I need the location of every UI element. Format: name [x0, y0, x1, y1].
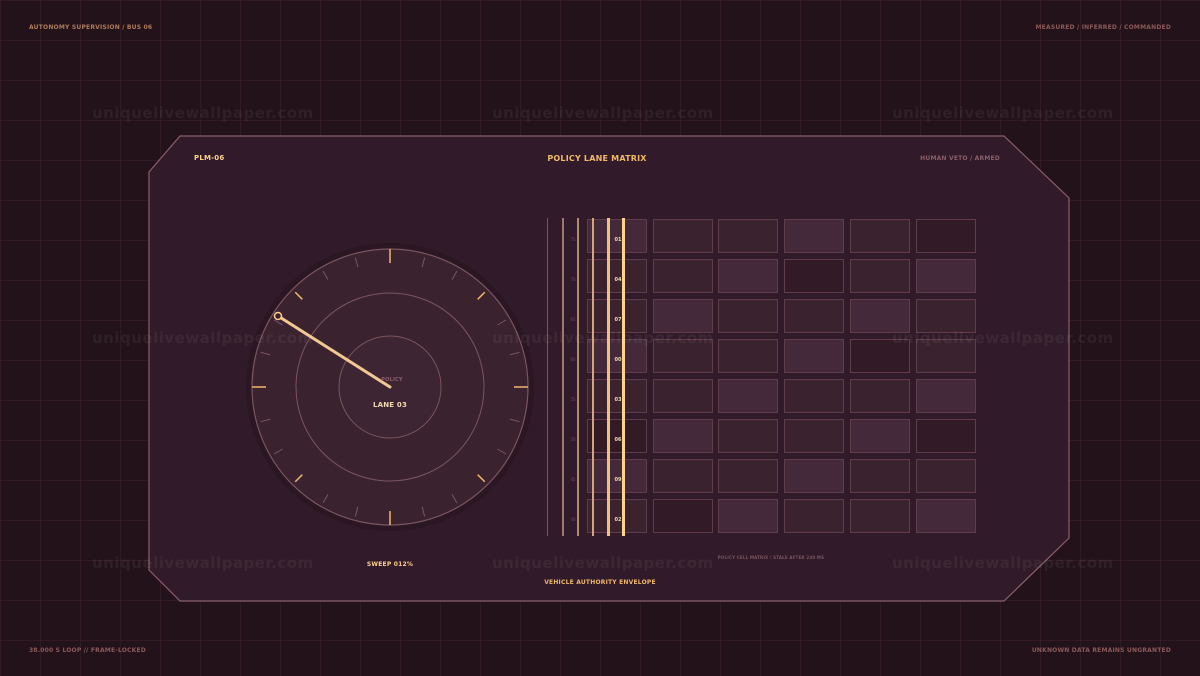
- matrix-cell[interactable]: [587, 499, 647, 533]
- matrix-cell[interactable]: [850, 259, 910, 293]
- matrix-cell[interactable]: [784, 379, 844, 413]
- watermark: uniquelivewallpaper.com: [92, 554, 314, 572]
- matrix-cell[interactable]: [587, 299, 647, 333]
- row-tick-label: 40: [570, 517, 576, 522]
- matrix-cell[interactable]: [916, 379, 976, 413]
- row-label: 01: [614, 237, 622, 243]
- matrix-cell[interactable]: [718, 259, 778, 293]
- matrix-cell[interactable]: [718, 379, 778, 413]
- panel-id: PLM-06: [194, 154, 225, 162]
- lane-line: [562, 218, 564, 536]
- matrix-cell[interactable]: [916, 299, 976, 333]
- row-label: 04: [614, 277, 622, 283]
- row-label: 09: [614, 477, 622, 483]
- row-label: 03: [614, 397, 622, 403]
- matrix-cell[interactable]: [587, 259, 647, 293]
- matrix-cell[interactable]: [850, 459, 910, 493]
- row-tick-label: 60: [570, 357, 576, 362]
- matrix-cell[interactable]: [653, 499, 713, 533]
- row-label: 02: [614, 517, 622, 523]
- matrix-cell[interactable]: [718, 499, 778, 533]
- matrix-cell[interactable]: [916, 419, 976, 453]
- watermark: uniquelivewallpaper.com: [892, 104, 1114, 122]
- matrix-cell[interactable]: [784, 499, 844, 533]
- lane-line: [607, 218, 610, 536]
- matrix-cell[interactable]: [784, 419, 844, 453]
- matrix-cell[interactable]: [916, 259, 976, 293]
- row-label: 07: [614, 317, 622, 323]
- row-tick-label: 75: [570, 237, 576, 242]
- lane-line: [547, 218, 548, 536]
- matrix-cell[interactable]: [653, 419, 713, 453]
- veto-status: HUMAN VETO / ARMED: [920, 155, 1000, 162]
- lane-line: [592, 218, 594, 536]
- dial-lane-label: LANE 03: [372, 401, 408, 409]
- watermark: uniquelivewallpaper.com: [492, 329, 714, 347]
- row-tick-label: 65: [570, 317, 576, 322]
- sweep-readout: SWEEP 012%: [366, 561, 414, 568]
- row-tick-label: 45: [570, 477, 576, 482]
- matrix-cell[interactable]: [587, 459, 647, 493]
- matrix-cell[interactable]: [850, 499, 910, 533]
- watermark: uniquelivewallpaper.com: [92, 329, 314, 347]
- matrix-cell[interactable]: [916, 499, 976, 533]
- matrix-cell[interactable]: [653, 379, 713, 413]
- matrix-cell[interactable]: [718, 299, 778, 333]
- watermark: uniquelivewallpaper.com: [892, 329, 1114, 347]
- matrix-cell[interactable]: [784, 219, 844, 253]
- matrix-cell[interactable]: [784, 299, 844, 333]
- policy-dial: [246, 243, 534, 531]
- watermark: uniquelivewallpaper.com: [492, 554, 714, 572]
- row-tick-label: 55: [570, 397, 576, 402]
- matrix-cell[interactable]: [916, 219, 976, 253]
- matrix-cell[interactable]: [718, 219, 778, 253]
- matrix-cell[interactable]: [784, 459, 844, 493]
- matrix-cell[interactable]: [784, 259, 844, 293]
- panel-footer-title: VEHICLE AUTHORITY ENVELOPE: [544, 579, 656, 586]
- matrix-cell[interactable]: [587, 219, 647, 253]
- row-tick-label: 70: [570, 277, 576, 282]
- matrix-cell[interactable]: [653, 299, 713, 333]
- matrix-cell[interactable]: [850, 419, 910, 453]
- matrix-cell[interactable]: [916, 459, 976, 493]
- panel-title: POLICY LANE MATRIX: [547, 154, 647, 163]
- matrix-cell[interactable]: [653, 459, 713, 493]
- watermark: uniquelivewallpaper.com: [892, 554, 1114, 572]
- matrix-cell[interactable]: [653, 219, 713, 253]
- matrix-cell[interactable]: [784, 339, 844, 373]
- lane-line: [577, 218, 579, 536]
- row-label: 06: [614, 437, 622, 443]
- matrix-cell[interactable]: [850, 219, 910, 253]
- matrix-cell[interactable]: [718, 419, 778, 453]
- row-tick-label: 50: [570, 437, 576, 442]
- matrix-caption: POLICY CELL MATRIX / STALE AFTER 240 MS: [717, 555, 825, 560]
- matrix-cell[interactable]: [850, 299, 910, 333]
- matrix-cell[interactable]: [850, 379, 910, 413]
- row-label: 00: [614, 357, 622, 363]
- matrix-cell[interactable]: [718, 459, 778, 493]
- matrix-cell[interactable]: [587, 419, 647, 453]
- dial-policy-label: POLICY: [381, 377, 403, 383]
- lane-line: [622, 218, 625, 536]
- watermark: uniquelivewallpaper.com: [92, 104, 314, 122]
- matrix-cell[interactable]: [718, 339, 778, 373]
- matrix-cell[interactable]: [587, 379, 647, 413]
- watermark: uniquelivewallpaper.com: [492, 104, 714, 122]
- matrix-cell[interactable]: [653, 259, 713, 293]
- needle-knob: [273, 311, 283, 321]
